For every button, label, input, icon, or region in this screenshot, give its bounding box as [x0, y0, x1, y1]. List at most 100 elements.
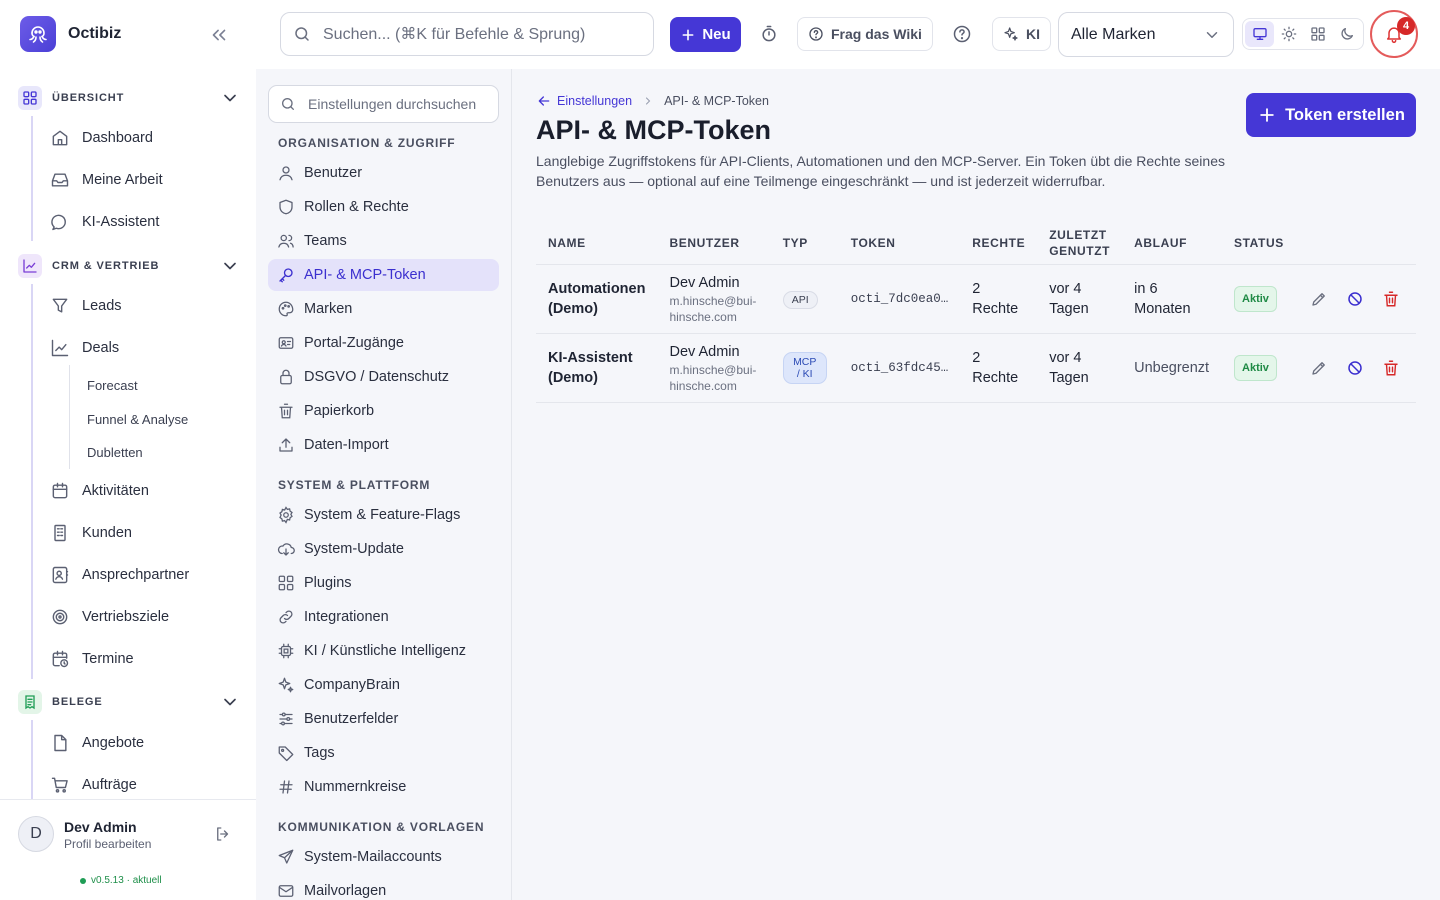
breadcrumb-back-link[interactable]: Einstellungen [536, 93, 632, 109]
edit-pencil-icon[interactable] [1310, 359, 1328, 377]
dashboard-grid-icon [18, 86, 42, 110]
create-token-button[interactable]: Token erstellen [1246, 93, 1416, 137]
settings-item-mail-accounts[interactable]: System-Mailaccounts [268, 841, 499, 873]
nav-item-my-work[interactable]: Meine Arbeit [50, 169, 163, 191]
delete-trash-icon[interactable] [1382, 290, 1400, 308]
settings-item-teams[interactable]: Teams [268, 225, 499, 257]
avatar[interactable]: D [18, 816, 54, 852]
nav-item-contacts[interactable]: Ansprechpartner [50, 564, 189, 586]
settings-item-api-tokens[interactable]: API- & MCP-Token [268, 259, 499, 291]
user-name: Dev Admin [64, 819, 137, 835]
token-rights: 2 Rechte [960, 333, 1038, 403]
nav-item-dashboard[interactable]: Dashboard [50, 127, 153, 149]
settings-search-input[interactable]: Einstellungen durchsuchen [268, 85, 499, 123]
nav-item-deals[interactable]: Deals [50, 337, 119, 359]
settings-group-title: SYSTEM & PLATTFORM [278, 478, 431, 492]
nav-item-quotes[interactable]: Angebote [50, 732, 144, 754]
settings-item-gdpr[interactable]: DSGVO / Datenschutz [268, 361, 499, 393]
collapse-sidebar-icon[interactable] [208, 24, 230, 46]
column-header[interactable]: BENUTZER [657, 222, 771, 265]
target-icon [50, 607, 70, 627]
plus-icon [680, 27, 696, 43]
link-icon [277, 608, 295, 626]
brand-select-value: Alle Marken [1071, 25, 1156, 43]
monitor-icon[interactable] [1245, 21, 1274, 47]
nav-item-activities[interactable]: Aktivitäten [50, 480, 149, 502]
column-header[interactable]: RECHTE [960, 222, 1038, 265]
settings-item-trash[interactable]: Papierkorb [268, 395, 499, 427]
settings-item-tags[interactable]: Tags [268, 737, 499, 769]
help-icon[interactable] [947, 19, 977, 49]
theme-switcher [1242, 18, 1364, 50]
column-header[interactable]: TOKEN [838, 222, 961, 265]
notification-count-badge: 4 [1397, 17, 1415, 35]
octopus-logo-icon [20, 16, 56, 52]
nav-item-customers[interactable]: Kunden [50, 522, 132, 544]
column-header[interactable]: TYP [770, 222, 839, 265]
settings-item-users[interactable]: Benutzer [268, 157, 499, 189]
settings-group-title: ORGANISATION & ZUGRIFF [278, 136, 456, 150]
token-user-cell: Dev Admin m.hinsche@bui-hinsche.com [657, 264, 771, 334]
settings-item-system-update[interactable]: System-Update [268, 533, 499, 565]
delete-trash-icon[interactable] [1382, 359, 1400, 377]
ai-button[interactable]: KI [992, 17, 1051, 51]
settings-item-integrations[interactable]: Integrationen [268, 601, 499, 633]
settings-item-feature-flags[interactable]: System & Feature-Flags [268, 499, 499, 531]
nav-item-leads[interactable]: Leads [50, 295, 122, 317]
cloud-download-icon [277, 540, 295, 558]
section-crm[interactable]: CRM & VERTRIEB [18, 254, 240, 278]
revoke-ban-icon[interactable] [1346, 359, 1364, 377]
nav-item-ai-assistant[interactable]: KI-Assistent [50, 211, 159, 233]
brand[interactable]: Octibiz [20, 16, 121, 52]
token-last-used: vor 4 Tagen [1037, 333, 1123, 403]
revoke-ban-icon[interactable] [1346, 290, 1364, 308]
nav-subitem-funnel[interactable]: Funnel & Analyse [87, 412, 188, 427]
nav-subitem-duplicates[interactable]: Dubletten [87, 445, 143, 460]
page-description: Langlebige Zugriffstokens für API-Client… [536, 153, 1225, 189]
edit-profile-link[interactable]: Profil bearbeiten [64, 837, 151, 851]
nav-item-orders[interactable]: Aufträge [50, 774, 137, 796]
token-name: KI-Assistent (Demo) [536, 333, 658, 403]
settings-item-brands[interactable]: Marken [268, 293, 499, 325]
search-placeholder: Suchen... (⌘K für Befehle & Sprung) [323, 26, 586, 43]
column-header[interactable]: STATUS [1222, 222, 1298, 265]
token-type-cell: API [770, 264, 839, 334]
token-user-name: Dev Admin [669, 343, 740, 360]
global-search-input[interactable]: Suchen... (⌘K für Befehle & Sprung) [280, 12, 654, 56]
settings-item-roles[interactable]: Rollen & Rechte [268, 191, 499, 223]
settings-item-portal-access[interactable]: Portal-Zugänge [268, 327, 499, 359]
ask-wiki-button[interactable]: Frag das Wiki [797, 17, 933, 51]
section-overview[interactable]: ÜBERSICHT [18, 86, 240, 110]
notifications-button[interactable]: 4 [1370, 10, 1418, 58]
settings-item-label: Integrationen [304, 609, 389, 625]
table-row[interactable]: KI-Assistent (Demo) Dev Admin m.hinsche@… [536, 333, 1416, 403]
column-header[interactable]: ABLAUF [1122, 222, 1223, 265]
table-row[interactable]: Automationen (Demo) Dev Admin m.hinsche@… [536, 264, 1416, 334]
brand-select[interactable]: Alle Marken [1058, 12, 1234, 57]
settings-item-import[interactable]: Daten-Import [268, 429, 499, 461]
column-header[interactable]: ZULETZT GENUTZT [1037, 222, 1123, 265]
settings-item-mail-templates[interactable]: Mailvorlagen [268, 875, 499, 900]
grid-icon[interactable] [1303, 21, 1332, 47]
sun-icon[interactable] [1274, 21, 1303, 47]
settings-item-label: Tags [304, 745, 335, 761]
filter-icon [50, 296, 70, 316]
nav-item-sales-goals[interactable]: Vertriebsziele [50, 606, 169, 628]
settings-item-ai[interactable]: KI / Künstliche Intelligenz [268, 635, 499, 667]
nav-subitem-forecast[interactable]: Forecast [87, 378, 138, 393]
settings-item-plugins[interactable]: Plugins [268, 567, 499, 599]
timer-icon[interactable] [754, 19, 784, 49]
column-header[interactable]: NAME [536, 222, 658, 265]
section-documents[interactable]: BELEGE [18, 690, 240, 714]
settings-item-number-ranges[interactable]: Nummernkreise [268, 771, 499, 803]
settings-item-companybrain[interactable]: CompanyBrain [268, 669, 499, 701]
new-button[interactable]: Neu [670, 17, 741, 52]
nav-item-label: Aufträge [82, 777, 137, 793]
nav-item-appointments[interactable]: Termine [50, 648, 134, 670]
moon-icon[interactable] [1332, 21, 1361, 47]
logout-icon[interactable] [214, 825, 232, 843]
settings-item-label: Teams [304, 233, 347, 249]
edit-pencil-icon[interactable] [1310, 290, 1328, 308]
page-title: API- & MCP-Token [536, 115, 771, 145]
settings-item-custom-fields[interactable]: Benutzerfelder [268, 703, 499, 735]
